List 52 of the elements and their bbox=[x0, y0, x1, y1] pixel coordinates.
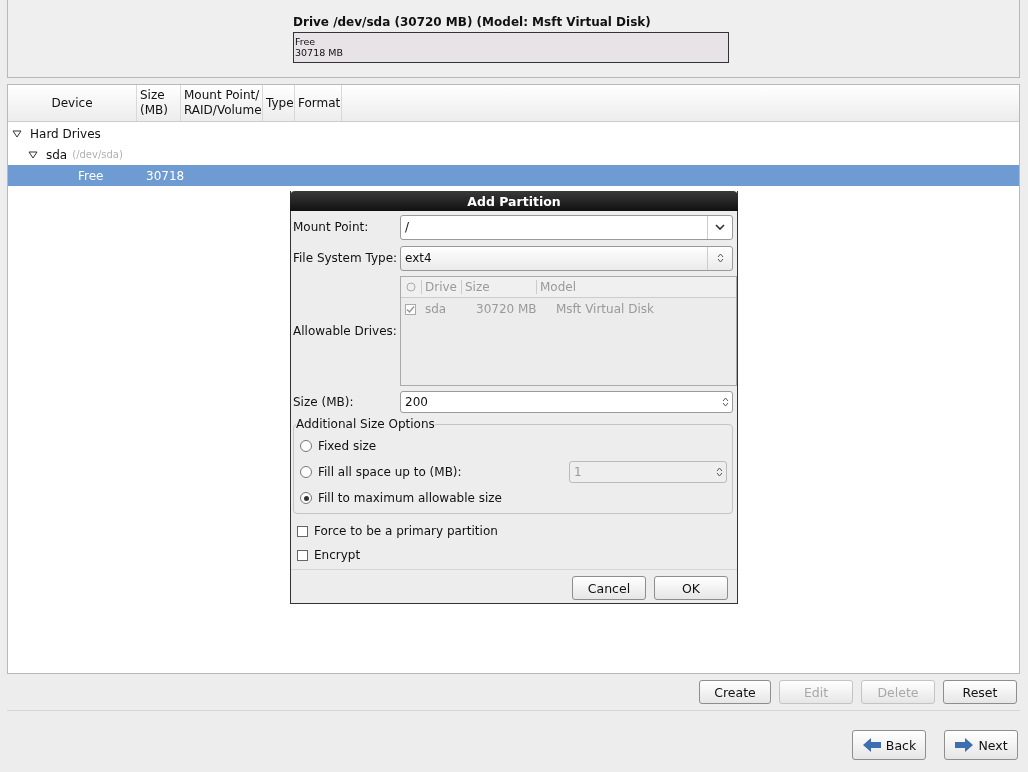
dialog-title: Add Partition bbox=[290, 191, 738, 211]
column-header[interactable]: Size (MB) bbox=[137, 85, 181, 121]
column-header[interactable]: Format bbox=[295, 85, 342, 121]
updown-icon bbox=[716, 252, 724, 264]
arrow-right-icon bbox=[954, 737, 975, 753]
field-label: Mount Point: bbox=[293, 220, 370, 234]
checkbox-label[interactable]: Encrypt bbox=[314, 548, 361, 562]
radio-header-icon bbox=[406, 282, 416, 292]
device-name: sda bbox=[46, 147, 68, 162]
option-label[interactable]: Fill to maximum allowable size bbox=[318, 491, 732, 505]
tree-row[interactable]: Hard Drives bbox=[8, 123, 1019, 144]
checkbox[interactable] bbox=[297, 549, 308, 561]
group-title: Additional Size Options bbox=[296, 417, 435, 431]
device-name: Hard Drives bbox=[30, 126, 101, 141]
option-label[interactable]: Fixed size bbox=[318, 439, 732, 453]
action-button[interactable]: Reset bbox=[943, 680, 1017, 704]
device-name: Free bbox=[78, 168, 105, 183]
ok-button[interactable]: OK bbox=[654, 576, 728, 600]
radio-button[interactable] bbox=[300, 492, 312, 504]
drive-checkbox[interactable] bbox=[405, 303, 416, 315]
field-label: File System Type: bbox=[293, 251, 399, 265]
size-cell-text: 30720 MB bbox=[475, 302, 538, 316]
drive-cell-text: sda bbox=[424, 302, 448, 316]
size-spinner[interactable]: 200 bbox=[400, 391, 733, 413]
radio-button[interactable] bbox=[300, 440, 312, 452]
file-system-dropdown[interactable]: ext4 bbox=[400, 245, 733, 271]
field-label: Allowable Drives: bbox=[293, 324, 398, 338]
column-header[interactable]: Type bbox=[263, 85, 295, 121]
model-cell-text: Msft Virtual Disk bbox=[555, 302, 655, 316]
column-header[interactable]: Mount Point/ RAID/Volume bbox=[181, 85, 263, 121]
arrow-left-icon bbox=[861, 737, 882, 753]
size-cell: 30718 bbox=[146, 168, 185, 183]
tree-row[interactable]: sda (/dev/sda) bbox=[8, 144, 1019, 165]
cancel-button[interactable]: Cancel bbox=[572, 576, 646, 600]
checkbox-label[interactable]: Force to be a primary partition bbox=[314, 524, 498, 538]
option-label[interactable]: Fill all space up to (MB): bbox=[318, 465, 569, 479]
expander-icon[interactable] bbox=[28, 150, 38, 159]
next-button[interactable]: Next bbox=[944, 730, 1018, 760]
mount-point-combo[interactable]: / bbox=[400, 214, 733, 240]
radio-button[interactable] bbox=[300, 466, 312, 478]
expander-icon[interactable] bbox=[12, 129, 22, 138]
column-header[interactable]: Device bbox=[8, 85, 137, 121]
field-label: Size (MB): bbox=[293, 395, 355, 409]
chevron-down-icon bbox=[715, 223, 725, 231]
checkbox[interactable] bbox=[297, 525, 308, 537]
back-button[interactable]: Back bbox=[852, 730, 926, 760]
free-segment[interactable]: Free 30718 MB bbox=[294, 33, 728, 62]
drive-title: Drive /dev/sda (30720 MB) (Model: Msft Virtual Disk) bbox=[293, 15, 651, 29]
spin-arrows-icon bbox=[722, 396, 729, 408]
spin-arrows-icon bbox=[716, 466, 723, 478]
device-path: (/dev/sda) bbox=[72, 149, 123, 160]
action-button[interactable]: Create bbox=[699, 680, 771, 704]
